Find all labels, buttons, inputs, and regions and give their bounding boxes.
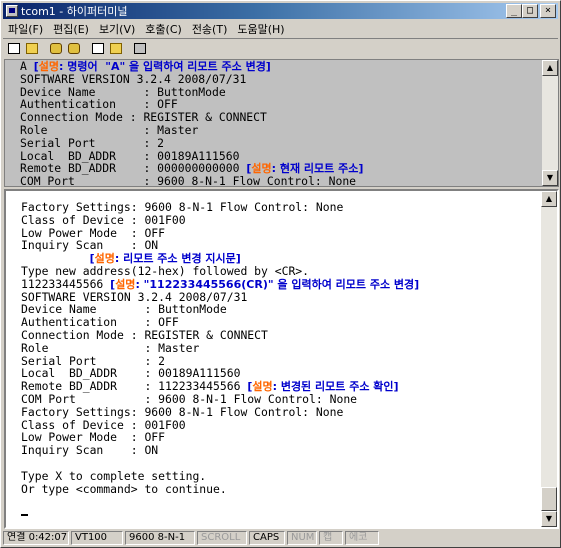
terminal-line: Or type <command> to continue. <box>21 481 419 496</box>
terminal-window: tcom1 - 하이퍼터미널 _ □ × 파일(F) 편집(E) 보기(V) 호… <box>0 0 561 548</box>
scroll-up-button[interactable]: ▲ <box>541 191 557 207</box>
new-button[interactable] <box>5 40 23 57</box>
disconnect-icon <box>68 43 80 54</box>
status-scroll: SCROLL <box>197 531 247 545</box>
terminal-line <box>21 508 419 521</box>
terminal-text: Factory Settings: 9600 8-N-1 Flow Contro… <box>21 201 419 521</box>
terminal-line: COM Port : 9600 8-N-1 Flow Control: None <box>20 175 363 188</box>
minimize-button[interactable]: _ <box>506 4 522 18</box>
properties-button[interactable] <box>131 40 149 57</box>
menu-bar: 파일(F) 편집(E) 보기(V) 호출(C) 전송(T) 도움말(H) <box>3 20 558 37</box>
receive-icon <box>110 43 122 54</box>
status-connection-time: 연결 0:42:07 <box>3 531 69 545</box>
call-icon <box>50 43 62 54</box>
status-capture: 캡 <box>319 531 343 545</box>
send-button[interactable] <box>89 40 107 57</box>
disconnect-button[interactable] <box>65 40 83 57</box>
terminal-line-text: COM Port : 9600 8-N-1 Flow Control: None <box>20 174 357 189</box>
receive-button[interactable] <box>107 40 125 57</box>
scrollback-scrollbar[interactable]: ▲ ▼ <box>542 60 558 186</box>
text-cursor <box>21 513 28 516</box>
status-port-settings: 9600 8-N-1 <box>125 531 195 545</box>
terminal-pane[interactable]: Factory Settings: 9600 8-N-1 Flow Contro… <box>4 189 559 529</box>
menu-view[interactable]: 보기(V) <box>94 21 140 37</box>
terminal-line: Inquiry Scan : ON <box>21 444 419 457</box>
title-bar[interactable]: tcom1 - 하이퍼터미널 _ □ × <box>3 3 558 19</box>
close-button[interactable]: × <box>540 4 556 18</box>
status-bar: 연결 0:42:07 VT100 9600 8-N-1 SCROLL CAPS … <box>3 530 558 546</box>
scroll-up-button[interactable]: ▲ <box>542 60 558 76</box>
call-button[interactable] <box>47 40 65 57</box>
window-controls: _ □ × <box>506 4 556 18</box>
scrollback-pane[interactable]: A [설명: 명령어 "A" 을 입력하여 리모트 주소 변경] SOFTWARE… <box>4 59 559 188</box>
menu-call[interactable]: 호출(C) <box>140 21 187 37</box>
terminal-line-text: Or type <command> to continue. <box>21 481 227 496</box>
open-button[interactable] <box>23 40 41 57</box>
scroll-down-button[interactable]: ▼ <box>542 170 558 186</box>
menu-transfer[interactable]: 전송(T) <box>187 21 233 37</box>
toolbar <box>3 38 558 58</box>
menu-edit[interactable]: 편집(E) <box>48 21 94 37</box>
status-num: NUM <box>287 531 317 545</box>
menu-file[interactable]: 파일(F) <box>3 21 48 37</box>
new-icon <box>8 43 20 54</box>
status-emulation: VT100 <box>71 531 123 545</box>
menu-help[interactable]: 도움말(H) <box>232 21 289 37</box>
app-icon[interactable] <box>6 5 18 17</box>
maximize-button[interactable]: □ <box>522 4 538 18</box>
window-title: tcom1 - 하이퍼터미널 <box>21 5 128 18</box>
scroll-thumb[interactable] <box>541 487 557 511</box>
terminal-scrollbar[interactable]: ▲ ▼ <box>541 191 557 527</box>
properties-icon <box>134 43 146 54</box>
terminal-line-text: Inquiry Scan : ON <box>21 443 159 458</box>
status-caps: CAPS <box>249 531 285 545</box>
scrollback-text: A [설명: 명령어 "A" 을 입력하여 리모트 주소 변경] SOFTWARE… <box>20 60 363 188</box>
scroll-down-button[interactable]: ▼ <box>541 511 557 527</box>
status-echo: 에코 <box>345 531 379 545</box>
send-icon <box>92 43 104 54</box>
open-icon <box>26 43 38 54</box>
